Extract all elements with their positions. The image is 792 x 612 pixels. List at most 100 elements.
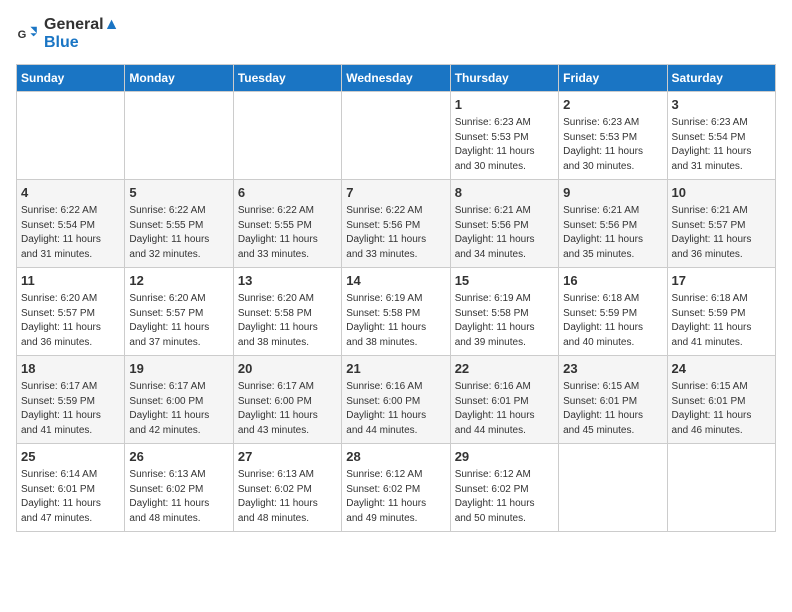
calendar-header: SundayMondayTuesdayWednesdayThursdayFrid… (17, 65, 776, 92)
day-number: 4 (21, 184, 120, 202)
day-info: Sunrise: 6:22 AM Sunset: 5:55 PM Dayligh… (129, 204, 228, 262)
calendar-cell: 11 Sunrise: 6:20 AM Sunset: 5:57 PM Dayli… (17, 268, 125, 356)
day-number: 6 (238, 184, 337, 202)
day-number: 27 (238, 448, 337, 466)
day-info: Sunrise: 6:20 AM Sunset: 5:57 PM Dayligh… (21, 292, 120, 350)
day-info: Sunrise: 6:12 AM Sunset: 6:02 PM Dayligh… (346, 468, 445, 526)
day-info: Sunrise: 6:23 AM Sunset: 5:53 PM Dayligh… (563, 116, 662, 174)
calendar-cell (667, 444, 775, 532)
calendar-cell: 29 Sunrise: 6:12 AM Sunset: 6:02 PM Dayli… (450, 444, 558, 532)
calendar-cell: 6 Sunrise: 6:22 AM Sunset: 5:55 PM Daylig… (233, 180, 341, 268)
week-row-0: 1 Sunrise: 6:23 AM Sunset: 5:53 PM Daylig… (17, 92, 776, 180)
calendar-cell: 25 Sunrise: 6:14 AM Sunset: 6:01 PM Dayli… (17, 444, 125, 532)
day-number: 23 (563, 360, 662, 378)
day-info: Sunrise: 6:21 AM Sunset: 5:56 PM Dayligh… (563, 204, 662, 262)
day-number: 24 (672, 360, 771, 378)
calendar-cell: 2Sunrise: 6:23 AM Sunset: 5:53 PM Daylig… (559, 92, 667, 180)
day-number: 8 (455, 184, 554, 202)
day-info: Sunrise: 6:17 AM Sunset: 5:59 PM Dayligh… (21, 380, 120, 438)
header: G General▲ Blue (16, 16, 776, 52)
calendar-cell: 4 Sunrise: 6:22 AM Sunset: 5:54 PM Daylig… (17, 180, 125, 268)
day-number: 29 (455, 448, 554, 466)
day-number: 1 (455, 96, 554, 114)
calendar-cell: 18 Sunrise: 6:17 AM Sunset: 5:59 PM Dayli… (17, 356, 125, 444)
day-number: 14 (346, 272, 445, 290)
week-row-4: 25 Sunrise: 6:14 AM Sunset: 6:01 PM Dayli… (17, 444, 776, 532)
logo: G General▲ Blue (16, 16, 119, 52)
day-info: Sunrise: 6:20 AM Sunset: 5:58 PM Dayligh… (238, 292, 337, 350)
calendar-cell: 20 Sunrise: 6:17 AM Sunset: 6:00 PM Dayli… (233, 356, 341, 444)
header-day-saturday: Saturday (667, 65, 775, 92)
header-day-sunday: Sunday (17, 65, 125, 92)
day-number: 3 (672, 96, 771, 114)
calendar-cell (342, 92, 450, 180)
calendar-cell: 8 Sunrise: 6:21 AM Sunset: 5:56 PM Daylig… (450, 180, 558, 268)
header-day-thursday: Thursday (450, 65, 558, 92)
calendar-cell: 12 Sunrise: 6:20 AM Sunset: 5:57 PM Dayli… (125, 268, 233, 356)
header-day-friday: Friday (559, 65, 667, 92)
calendar-cell: 14 Sunrise: 6:19 AM Sunset: 5:58 PM Dayli… (342, 268, 450, 356)
calendar-cell: 1 Sunrise: 6:23 AM Sunset: 5:53 PM Daylig… (450, 92, 558, 180)
week-row-3: 18 Sunrise: 6:17 AM Sunset: 5:59 PM Dayli… (17, 356, 776, 444)
day-number: 11 (21, 272, 120, 290)
day-info: Sunrise: 6:16 AM Sunset: 6:01 PM Dayligh… (455, 380, 554, 438)
day-info: Sunrise: 6:19 AM Sunset: 5:58 PM Dayligh… (346, 292, 445, 350)
header-day-monday: Monday (125, 65, 233, 92)
calendar-cell: 10 Sunrise: 6:21 AM Sunset: 5:57 PM Dayli… (667, 180, 775, 268)
day-number: 16 (563, 272, 662, 290)
day-info: Sunrise: 6:19 AM Sunset: 5:58 PM Dayligh… (455, 292, 554, 350)
day-info: Sunrise: 6:20 AM Sunset: 5:57 PM Dayligh… (129, 292, 228, 350)
day-info: Sunrise: 6:14 AM Sunset: 6:01 PM Dayligh… (21, 468, 120, 526)
day-number: 20 (238, 360, 337, 378)
week-row-1: 4 Sunrise: 6:22 AM Sunset: 5:54 PM Daylig… (17, 180, 776, 268)
day-info: Sunrise: 6:22 AM Sunset: 5:54 PM Dayligh… (21, 204, 120, 262)
svg-text:G: G (18, 29, 27, 41)
day-info: Sunrise: 6:15 AM Sunset: 6:01 PM Dayligh… (672, 380, 771, 438)
day-number: 13 (238, 272, 337, 290)
day-info: Sunrise: 6:23 AM Sunset: 5:53 PM Dayligh… (455, 116, 554, 174)
calendar-cell: 26 Sunrise: 6:13 AM Sunset: 6:02 PM Dayli… (125, 444, 233, 532)
calendar-cell: 28 Sunrise: 6:12 AM Sunset: 6:02 PM Dayli… (342, 444, 450, 532)
day-number: 9 (563, 184, 662, 202)
calendar-body: 1 Sunrise: 6:23 AM Sunset: 5:53 PM Daylig… (17, 92, 776, 532)
calendar-cell: 5Sunrise: 6:22 AM Sunset: 5:55 PM Daylig… (125, 180, 233, 268)
calendar-cell (233, 92, 341, 180)
day-number: 26 (129, 448, 228, 466)
calendar-cell: 21Sunrise: 6:16 AM Sunset: 6:00 PM Dayli… (342, 356, 450, 444)
day-number: 15 (455, 272, 554, 290)
calendar-cell: 16Sunrise: 6:18 AM Sunset: 5:59 PM Dayli… (559, 268, 667, 356)
calendar-cell: 17Sunrise: 6:18 AM Sunset: 5:59 PM Dayli… (667, 268, 775, 356)
day-info: Sunrise: 6:21 AM Sunset: 5:57 PM Dayligh… (672, 204, 771, 262)
day-info: Sunrise: 6:12 AM Sunset: 6:02 PM Dayligh… (455, 468, 554, 526)
days-header-row: SundayMondayTuesdayWednesdayThursdayFrid… (17, 65, 776, 92)
day-info: Sunrise: 6:13 AM Sunset: 6:02 PM Dayligh… (238, 468, 337, 526)
day-number: 25 (21, 448, 120, 466)
calendar-cell: 13 Sunrise: 6:20 AM Sunset: 5:58 PM Dayli… (233, 268, 341, 356)
day-number: 7 (346, 184, 445, 202)
calendar-cell: 7 Sunrise: 6:22 AM Sunset: 5:56 PM Daylig… (342, 180, 450, 268)
day-info: Sunrise: 6:13 AM Sunset: 6:02 PM Dayligh… (129, 468, 228, 526)
day-number: 17 (672, 272, 771, 290)
header-day-tuesday: Tuesday (233, 65, 341, 92)
calendar-cell: 19 Sunrise: 6:17 AM Sunset: 6:00 PM Dayli… (125, 356, 233, 444)
day-info: Sunrise: 6:17 AM Sunset: 6:00 PM Dayligh… (129, 380, 228, 438)
calendar-table: SundayMondayTuesdayWednesdayThursdayFrid… (16, 64, 776, 532)
day-number: 21 (346, 360, 445, 378)
day-info: Sunrise: 6:17 AM Sunset: 6:00 PM Dayligh… (238, 380, 337, 438)
week-row-2: 11 Sunrise: 6:20 AM Sunset: 5:57 PM Dayli… (17, 268, 776, 356)
day-number: 12 (129, 272, 228, 290)
calendar-cell: 22Sunrise: 6:16 AM Sunset: 6:01 PM Dayli… (450, 356, 558, 444)
logo-icon: G (16, 22, 40, 46)
calendar-cell: 24 Sunrise: 6:15 AM Sunset: 6:01 PM Dayli… (667, 356, 775, 444)
calendar-cell: 27 Sunrise: 6:13 AM Sunset: 6:02 PM Dayli… (233, 444, 341, 532)
day-number: 10 (672, 184, 771, 202)
day-info: Sunrise: 6:22 AM Sunset: 5:55 PM Dayligh… (238, 204, 337, 262)
day-number: 18 (21, 360, 120, 378)
header-day-wednesday: Wednesday (342, 65, 450, 92)
calendar-cell: 23 Sunrise: 6:15 AM Sunset: 6:01 PM Dayli… (559, 356, 667, 444)
day-number: 28 (346, 448, 445, 466)
day-info: Sunrise: 6:15 AM Sunset: 6:01 PM Dayligh… (563, 380, 662, 438)
day-number: 19 (129, 360, 228, 378)
day-info: Sunrise: 6:21 AM Sunset: 5:56 PM Dayligh… (455, 204, 554, 262)
day-info: Sunrise: 6:22 AM Sunset: 5:56 PM Dayligh… (346, 204, 445, 262)
